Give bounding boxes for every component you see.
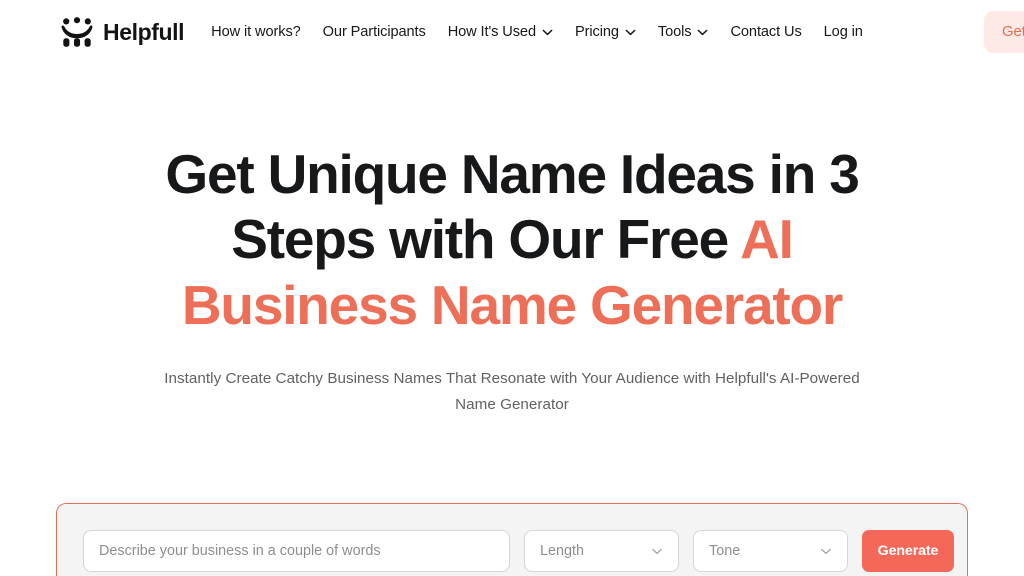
brand-name: Helpfull	[103, 18, 185, 45]
nav-item-log-in[interactable]: Log in	[824, 18, 863, 46]
landing-page: Helpfull How it works? Our Participants …	[0, 0, 1024, 576]
get-started-button[interactable]: Get Started	[984, 11, 1024, 53]
site-header: Helpfull How it works? Our Participants …	[0, 0, 1024, 64]
main-navigation: How it works? Our Participants How It's …	[211, 18, 863, 46]
length-dropdown-label: Length	[540, 543, 585, 559]
chevron-down-icon	[821, 548, 831, 554]
helpfull-people-smile-logo-icon	[61, 17, 93, 47]
tone-dropdown[interactable]: Tone	[693, 530, 848, 572]
nav-item-contact-us[interactable]: Contact Us	[730, 18, 801, 46]
generate-button[interactable]: Generate	[862, 530, 954, 572]
length-dropdown[interactable]: Length	[524, 530, 679, 572]
headline-accent-ai: AI	[740, 208, 794, 271]
chevron-down-icon	[542, 29, 553, 35]
nav-label: Our Participants	[322, 24, 426, 40]
name-generator-form-panel: Length Tone Generate	[56, 503, 968, 576]
nav-label: Log in	[823, 24, 863, 40]
nav-label: How it works?	[211, 24, 301, 40]
hero-subtitle: Instantly Create Catchy Business Names T…	[164, 370, 860, 414]
nav-item-our-participants[interactable]: Our Participants	[323, 18, 426, 46]
chevron-down-icon	[698, 29, 708, 35]
nav-label: Contact Us	[730, 24, 802, 40]
brand-logo-link[interactable]: Helpfull	[60, 17, 185, 47]
headline-accent-generator: Business Name Generator	[181, 273, 843, 336]
nav-item-tools[interactable]: Tools	[658, 18, 709, 46]
page-title: Get Unique Name Ideas in 3 Steps with Ou…	[132, 142, 892, 338]
cta-label: Get Started	[1002, 24, 1024, 40]
chevron-down-icon	[625, 29, 636, 35]
hero-section: Get Unique Name Ideas in 3 Steps with Ou…	[0, 142, 1024, 419]
tone-dropdown-label: Tone	[709, 543, 741, 559]
business-description-input[interactable]	[83, 530, 510, 572]
nav-item-how-its-used[interactable]: How It's Used	[448, 18, 553, 46]
nav-label: How It's Used	[447, 24, 536, 40]
headline-line-2-plain: Steps with Our Free	[231, 208, 741, 271]
nav-item-how-it-works[interactable]: How it works?	[211, 18, 301, 46]
nav-label: Tools	[657, 24, 692, 40]
nav-item-pricing[interactable]: Pricing	[575, 18, 636, 46]
form-row: Length Tone Generate	[83, 530, 954, 572]
headline-line-1: Get Unique Name Ideas in 3	[165, 143, 859, 205]
nav-label: Pricing	[574, 24, 619, 40]
chevron-down-icon	[652, 548, 662, 554]
